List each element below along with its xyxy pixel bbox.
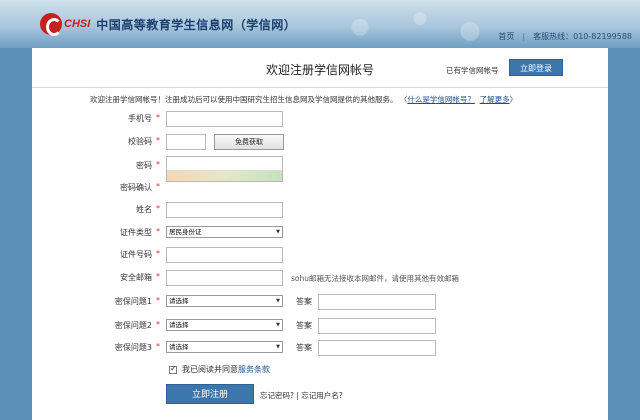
answer3-input[interactable] <box>318 340 436 356</box>
name-row: 姓名 * <box>32 202 608 218</box>
answer2-label: 答案 <box>296 321 312 330</box>
intro-bracket-close: 〉 <box>509 95 518 104</box>
hotline-text: 客服热线：010-82199588 <box>533 32 632 41</box>
home-link[interactable]: 首页 <box>498 31 514 42</box>
question3-row: 密保问题3 * 请选择 答案 <box>32 340 608 356</box>
confirm-row: 密码确认 * <box>32 180 608 196</box>
confirm-label: 密码确认 <box>120 183 152 192</box>
name-label: 姓名 <box>136 205 152 214</box>
password-label: 密码 <box>136 161 152 170</box>
forgot-links: 忘记密码? | 忘记用户名? <box>260 390 343 401</box>
forgot-password-link[interactable]: 忘记密码? <box>260 391 294 400</box>
forgot-username-link[interactable]: 忘记用户名? <box>301 391 342 400</box>
logo-latin-text: CHSI <box>64 18 91 30</box>
phone-row: 手机号 * <box>32 111 608 127</box>
top-links-separator: | <box>522 32 526 41</box>
idtype-select[interactable]: 居民身份证 <box>166 226 283 238</box>
answer1-label: 答案 <box>296 297 312 306</box>
required-mark: * <box>156 320 160 329</box>
answer3-label: 答案 <box>296 343 312 352</box>
required-mark: * <box>156 249 160 258</box>
panel-header: 欢迎注册学信网帐号 已有学信网帐号 立即登录 <box>32 48 608 88</box>
question2-row: 密保问题2 * 请选择 答案 <box>32 318 608 334</box>
email-label: 安全邮箱 <box>120 273 152 282</box>
question2-label: 密保问题2 <box>114 321 152 330</box>
has-account-text: 已有学信网帐号 <box>446 66 499 75</box>
registration-panel: 欢迎注册学信网帐号 已有学信网帐号 立即登录 欢迎注册学信网帐号！注册成功后可以… <box>32 48 608 420</box>
site-logo[interactable]: CHSI 中国高等教育学生信息网（学信网） <box>40 13 297 36</box>
answer1-input[interactable] <box>318 294 436 310</box>
answer2-input[interactable] <box>318 318 436 334</box>
banner-decoration <box>300 2 500 44</box>
register-button[interactable]: 立即注册 <box>166 384 254 404</box>
login-button[interactable]: 立即登录 <box>509 59 563 76</box>
required-mark: * <box>156 182 160 191</box>
required-mark: * <box>156 113 160 122</box>
required-mark: * <box>156 272 160 281</box>
chsi-logo-icon <box>40 13 62 36</box>
password-strength-box <box>166 156 283 182</box>
top-links: 首页 | 客服热线：010-82199588 <box>498 31 632 42</box>
top-banner: CHSI 中国高等教育学生信息网（学信网） 首页 | 客服热线：010-8219… <box>0 0 640 48</box>
phone-input[interactable] <box>166 111 283 127</box>
required-mark: * <box>156 136 160 145</box>
code-row: 校验码 * 免费获取 <box>32 134 608 150</box>
required-mark: * <box>156 227 160 236</box>
logo-chinese-text: 中国高等教育学生信息网（学信网） <box>96 17 297 32</box>
agree-terms: 我已阅读并同意服务条款 <box>169 364 270 375</box>
agree-checkbox[interactable] <box>169 364 177 374</box>
learn-more-link[interactable]: 了解更多 <box>480 95 510 104</box>
idnum-input[interactable] <box>166 247 283 263</box>
page-title: 欢迎注册学信网帐号 <box>266 63 375 77</box>
question3-select[interactable]: 请选择 <box>166 341 283 353</box>
what-is-account-link[interactable]: 什么是学信网帐号？ <box>407 95 475 104</box>
email-hint: sohu邮箱无法接收本网邮件，请使用其他有效邮箱 <box>291 274 460 283</box>
required-mark: * <box>156 204 160 213</box>
password-row: 密码 * <box>32 158 608 174</box>
agree-text: 我已阅读并同意 <box>182 365 238 374</box>
idnum-label: 证件号码 <box>120 250 152 259</box>
email-input[interactable] <box>166 270 283 286</box>
idtype-row: 证件类型 * 居民身份证 <box>32 225 608 241</box>
question1-row: 密保问题1 * 请选择 答案 <box>32 294 608 310</box>
email-row: 安全邮箱 * sohu邮箱无法接收本网邮件，请使用其他有效邮箱 <box>32 270 608 286</box>
question1-select[interactable]: 请选择 <box>166 295 283 307</box>
question3-label: 密保问题3 <box>114 343 152 352</box>
required-mark: * <box>156 296 160 305</box>
intro-description: 欢迎注册学信网帐号！注册成功后可以使用中国研究生招生信息网及学信网提供的其他服务… <box>90 95 398 104</box>
question1-label: 密保问题1 <box>114 297 152 306</box>
phone-label: 手机号 <box>128 114 152 123</box>
password-input[interactable] <box>167 157 282 171</box>
required-mark: * <box>156 342 160 351</box>
code-label: 校验码 <box>128 137 152 146</box>
code-input[interactable] <box>166 134 206 150</box>
name-input[interactable] <box>166 202 283 218</box>
get-code-button[interactable]: 免费获取 <box>214 134 284 150</box>
required-mark: * <box>156 160 160 169</box>
question2-select[interactable]: 请选择 <box>166 319 283 331</box>
idnum-row: 证件号码 * <box>32 247 608 263</box>
intro-text: 欢迎注册学信网帐号！注册成功后可以使用中国研究生招生信息网及学信网提供的其他服务… <box>90 94 517 105</box>
terms-link[interactable]: 服务条款 <box>238 364 270 375</box>
idtype-label: 证件类型 <box>120 228 152 237</box>
